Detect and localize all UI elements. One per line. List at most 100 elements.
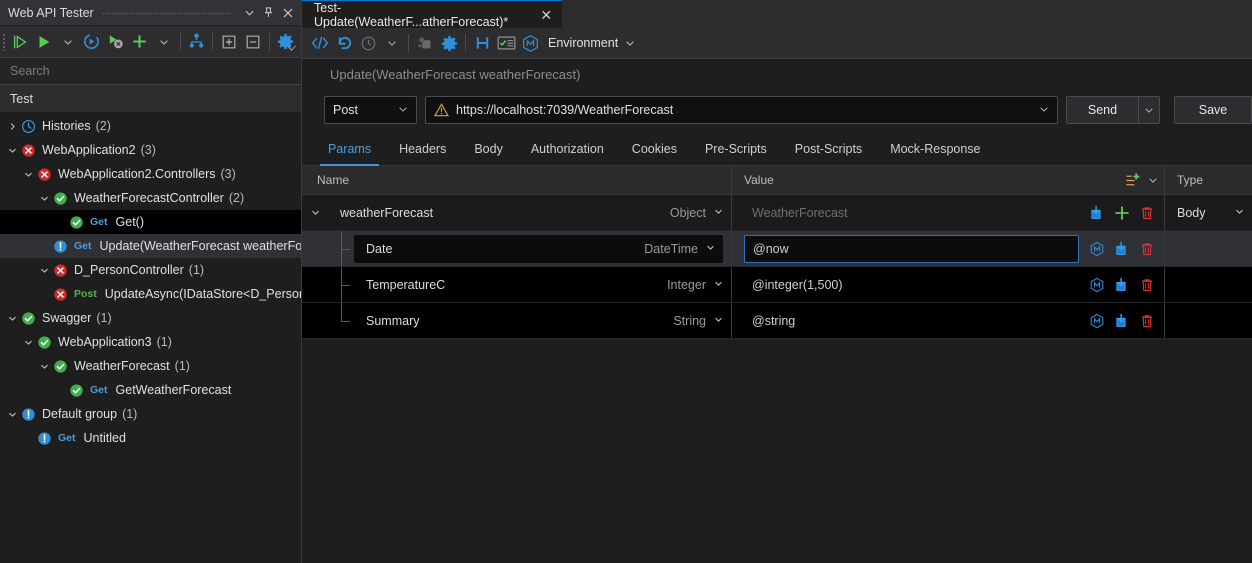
delete-icon[interactable] xyxy=(1138,204,1156,222)
tab-authorization[interactable]: Authorization xyxy=(517,132,618,165)
value-options-caret-icon[interactable] xyxy=(1148,175,1158,185)
document-tab[interactable]: Test-Update(WeatherF...atherForecast)* ✕ xyxy=(302,0,562,29)
url-input[interactable]: https://localhost:7039/WeatherForecast xyxy=(425,96,1058,124)
list-plus-icon[interactable] xyxy=(1125,172,1142,189)
import-icon[interactable] xyxy=(1113,276,1131,294)
tree-item[interactable]: Get Update(WeatherForecast weatherFore xyxy=(0,234,301,258)
send-options-caret[interactable] xyxy=(1138,96,1160,124)
param-type-caret-icon[interactable] xyxy=(706,243,715,254)
expand-all-icon[interactable] xyxy=(217,29,241,55)
letter-h-icon[interactable] xyxy=(470,30,494,56)
param-type-caret-icon[interactable] xyxy=(714,279,723,290)
plugin-icon[interactable] xyxy=(413,30,437,56)
tab-pre-scripts[interactable]: Pre-Scripts xyxy=(691,132,781,165)
param-name-field[interactable]: Summary String xyxy=(354,307,731,335)
chevron-down-icon[interactable] xyxy=(240,3,259,23)
tree-item[interactable]: WebApplication3 (1) xyxy=(0,330,301,354)
tab-params[interactable]: Params xyxy=(314,132,385,166)
delete-icon[interactable] xyxy=(1138,312,1156,330)
tree-item[interactable]: Get Get() xyxy=(0,210,301,234)
tree-item[interactable]: Histories (2) xyxy=(0,114,301,138)
param-type-caret-icon[interactable] xyxy=(714,207,723,218)
collapse-all-icon[interactable] xyxy=(241,29,265,55)
clock-icon[interactable] xyxy=(356,30,380,56)
tree-item[interactable]: WebApplication2 (3) xyxy=(0,138,301,162)
environment-caret-icon[interactable] xyxy=(618,30,642,56)
chevron-down-icon[interactable] xyxy=(302,208,328,217)
table-row[interactable]: Summary String @string xyxy=(302,303,1252,339)
tree-item[interactable]: WeatherForecastController (2) xyxy=(0,186,301,210)
chevron-right-icon[interactable] xyxy=(4,114,20,138)
close-icon[interactable] xyxy=(278,3,297,23)
search-input[interactable]: Search xyxy=(0,58,301,85)
cell-type[interactable]: Body xyxy=(1165,195,1252,230)
pin-icon[interactable] xyxy=(259,3,278,23)
reload-button[interactable] xyxy=(80,29,104,55)
tree-item[interactable]: Swagger (1) xyxy=(0,306,301,330)
tree-item[interactable]: Get GetWeatherForecast xyxy=(0,378,301,402)
run-step-button[interactable] xyxy=(8,29,32,55)
cell-type[interactable] xyxy=(1165,231,1252,266)
chevron-down-icon[interactable] xyxy=(20,330,36,354)
param-value-input[interactable]: WeatherForecast xyxy=(744,199,1079,227)
param-name-field[interactable]: weatherForecast Object xyxy=(328,199,731,227)
param-value-input[interactable]: @string xyxy=(744,307,1079,335)
table-row[interactable]: weatherForecast Object WeatherForecast Body xyxy=(302,195,1252,231)
param-name-field[interactable]: TemperatureC Integer xyxy=(354,271,731,299)
import-icon[interactable] xyxy=(1113,240,1131,258)
save-button[interactable]: Save xyxy=(1174,96,1252,124)
tab-body[interactable]: Body xyxy=(460,132,517,165)
param-name-field[interactable]: Date DateTime xyxy=(354,234,723,263)
run-all-button[interactable] xyxy=(32,29,56,55)
toolbar-grip[interactable] xyxy=(2,32,6,51)
run-dropdown-caret[interactable] xyxy=(56,29,80,55)
table-row[interactable]: TemperatureC Integer @integer(1,500) xyxy=(302,267,1252,303)
delete-icon[interactable] xyxy=(1138,276,1156,294)
gear-icon[interactable] xyxy=(437,30,461,56)
add-button[interactable] xyxy=(128,29,152,55)
tree-item[interactable]: WebApplication2.Controllers (3) xyxy=(0,162,301,186)
tree-item[interactable]: D_PersonController (1) xyxy=(0,258,301,282)
param-location-caret-icon[interactable] xyxy=(1235,207,1244,218)
url-caret-icon[interactable] xyxy=(1039,104,1049,116)
add-dropdown-caret[interactable] xyxy=(152,29,176,55)
request-tree[interactable]: Histories (2) WebApplication2 (3) WebApplica… xyxy=(0,113,301,563)
tree-item[interactable]: WeatherForecast (1) xyxy=(0,354,301,378)
mock-icon[interactable] xyxy=(1088,312,1106,330)
tab-mock-response[interactable]: Mock-Response xyxy=(876,132,994,165)
send-button[interactable]: Send xyxy=(1066,96,1138,124)
history-caret-icon[interactable] xyxy=(380,30,404,56)
code-icon[interactable] xyxy=(308,30,332,56)
checklist-icon[interactable] xyxy=(494,30,518,56)
mock-icon[interactable] xyxy=(1088,276,1106,294)
tree-item[interactable]: Default group (1) xyxy=(0,402,301,426)
environment-label[interactable]: Environment xyxy=(548,36,618,50)
cell-type[interactable] xyxy=(1165,267,1252,302)
chevron-down-icon[interactable] xyxy=(4,402,20,426)
chevron-down-icon[interactable] xyxy=(20,162,36,186)
chevron-down-icon[interactable] xyxy=(36,258,52,282)
tab-post-scripts[interactable]: Post-Scripts xyxy=(781,132,876,165)
close-icon[interactable]: ✕ xyxy=(539,8,555,22)
sitemap-icon[interactable] xyxy=(184,29,208,55)
chevron-down-icon[interactable] xyxy=(36,186,52,210)
cell-type[interactable] xyxy=(1165,303,1252,338)
param-value-input[interactable]: @integer(1,500) xyxy=(744,271,1079,299)
table-row[interactable]: Date DateTime @now xyxy=(302,231,1252,267)
delete-icon[interactable] xyxy=(1138,240,1156,258)
param-value-input[interactable]: @now xyxy=(744,234,1079,263)
mock-hex-icon[interactable] xyxy=(518,30,542,56)
request-section-tabs[interactable]: Params Headers Body Authorization Cookies Pre… xyxy=(302,132,1252,166)
import-icon[interactable] xyxy=(1088,204,1106,222)
chevron-down-icon[interactable] xyxy=(36,354,52,378)
undo-icon[interactable] xyxy=(332,30,356,56)
toolbar-overflow-icon[interactable] xyxy=(286,44,297,55)
param-type-caret-icon[interactable] xyxy=(714,315,723,326)
stop-button[interactable] xyxy=(104,29,128,55)
chevron-down-icon[interactable] xyxy=(4,306,20,330)
tree-item[interactable]: Get Untitled xyxy=(0,426,301,450)
tab-cookies[interactable]: Cookies xyxy=(618,132,691,165)
http-method-select[interactable]: Post xyxy=(324,96,417,124)
mock-icon[interactable] xyxy=(1088,240,1106,258)
import-icon[interactable] xyxy=(1113,312,1131,330)
